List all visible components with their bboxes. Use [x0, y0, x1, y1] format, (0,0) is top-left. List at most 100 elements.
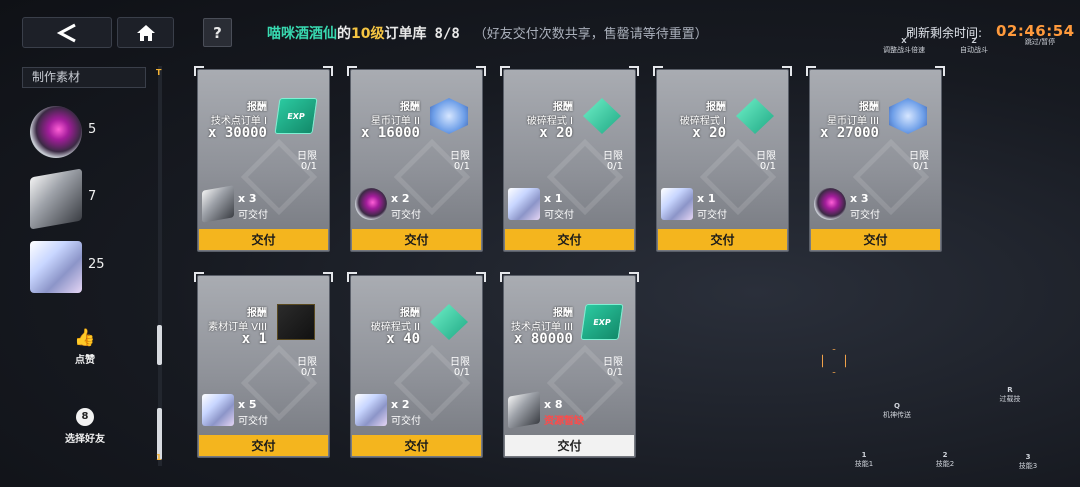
- required-quantity: x 5: [238, 398, 257, 411]
- daily-limit-count: 0/1: [453, 161, 470, 172]
- daily-limit-count: 0/1: [912, 161, 929, 172]
- material-item[interactable]: 7: [30, 168, 140, 230]
- crack-program-icon: [736, 98, 774, 134]
- delivery-status: 可交付: [850, 210, 880, 221]
- of-text: 的: [337, 26, 351, 42]
- exp-icon: EXP: [580, 304, 624, 340]
- delivery-status: 可交付: [697, 210, 727, 221]
- cube-material-icon: [661, 188, 693, 220]
- reward-label: 报酬: [400, 102, 420, 113]
- hint-skill-1: 1 技能1: [854, 451, 874, 468]
- chip-material-icon: [508, 391, 540, 429]
- daily-limit-label: 日限: [756, 151, 776, 162]
- required-quantity: x 2: [391, 192, 410, 205]
- cube-material-icon: [30, 241, 82, 293]
- cube-material-icon: [202, 394, 234, 426]
- deliver-button[interactable]: 交付: [658, 229, 787, 250]
- daily-limit-count: 0/1: [606, 161, 623, 172]
- scroll-top-marker: T: [156, 68, 162, 77]
- daily-limit-label: 日限: [450, 357, 470, 368]
- share-note: （好友交付次数共享，售罄请等待重置）: [473, 27, 708, 42]
- delivery-status: 可交付: [391, 210, 421, 221]
- reticle-icon: [822, 349, 846, 373]
- material-count: 7: [88, 189, 97, 204]
- order-card: 报酬 破碎程式 I x 20 日限 0/1 x 1 可交付 交付: [653, 66, 792, 252]
- deliver-button[interactable]: 交付: [199, 229, 328, 250]
- material-box-icon: [277, 304, 315, 340]
- shop-name: 喵咪酒酒仙: [267, 26, 337, 42]
- orb-material-icon: [814, 188, 846, 220]
- back-button[interactable]: [22, 17, 112, 48]
- daily-limit-count: 0/1: [300, 161, 317, 172]
- delivery-status: 可交付: [238, 416, 268, 427]
- thumbs-up-icon: 👍: [74, 328, 96, 348]
- like-button[interactable]: 👍 点赞: [50, 328, 120, 366]
- order-card: 报酬 技术点订单 III x 80000 EXP 日限 0/1 x 8 资源暂缺…: [500, 272, 639, 458]
- home-button[interactable]: [117, 17, 174, 48]
- material-count: 25: [88, 257, 105, 272]
- order-count: 8/8: [434, 26, 460, 42]
- daily-limit-count: 0/1: [759, 161, 776, 172]
- reward-amount: x 16000: [360, 125, 420, 141]
- scroll-thumb[interactable]: [157, 325, 162, 365]
- daily-limit-label: 日限: [909, 151, 929, 162]
- crack-program-icon: [583, 98, 621, 134]
- cube-material-icon: [508, 188, 540, 220]
- reward-label: 报酬: [247, 308, 267, 319]
- material-item[interactable]: 5: [30, 106, 140, 158]
- required-quantity: x 1: [697, 192, 716, 205]
- deliver-button[interactable]: 交付: [352, 229, 481, 250]
- hint-overload: R 过载技: [999, 386, 1021, 403]
- exp-icon: EXP: [274, 98, 318, 134]
- daily-limit-label: 日限: [297, 357, 317, 368]
- reward-label: 报酬: [706, 102, 726, 113]
- delivery-status: 资源暂缺: [544, 416, 584, 427]
- order-card: 报酬 破碎程式 II x 40 日限 0/1 x 2 可交付 交付: [347, 272, 486, 458]
- deliver-button[interactable]: 交付: [505, 435, 634, 456]
- reward-amount: x 30000: [207, 125, 267, 141]
- sidebar-scrollbar[interactable]: [158, 66, 162, 466]
- home-icon: [136, 24, 155, 41]
- order-card: 报酬 破碎程式 I x 20 日限 0/1 x 1 可交付 交付: [500, 66, 639, 252]
- reward-label: 报酬: [247, 102, 267, 113]
- order-card: 报酬 星币订单 III x 27000 日限 0/1 x 3 可交付 交付: [806, 66, 945, 252]
- hint-skill-3: 3 技能3: [1018, 453, 1038, 470]
- required-quantity: x 3: [850, 192, 869, 205]
- orb-material-icon: [30, 106, 82, 158]
- select-friend-button[interactable]: 8 选择好友: [50, 408, 120, 445]
- reward-amount: x 20: [692, 125, 726, 141]
- page-title: 喵咪酒酒仙的10级订单库 8/8 （好友交付次数共享，售罄请等待重置）: [267, 23, 708, 43]
- deliver-button[interactable]: 交付: [352, 435, 481, 456]
- daily-limit-label: 日限: [603, 357, 623, 368]
- chip-material-icon: [30, 168, 82, 230]
- delivery-status: 可交付: [544, 210, 574, 221]
- daily-limit-label: 日限: [603, 151, 623, 162]
- help-button[interactable]: ?: [203, 18, 232, 47]
- required-quantity: x 3: [238, 192, 257, 205]
- hint-skill-2: 2 技能2: [935, 451, 955, 468]
- chip-material-icon: [202, 185, 234, 223]
- deliver-button[interactable]: 交付: [505, 229, 634, 250]
- reward-label: 报酬: [553, 308, 573, 319]
- material-item[interactable]: 25: [30, 241, 140, 293]
- required-quantity: x 2: [391, 398, 410, 411]
- star-coin-icon: [889, 98, 927, 134]
- hint-auto-battle: Z 自动战斗: [960, 37, 988, 54]
- daily-limit-count: 0/1: [300, 367, 317, 378]
- orb-material-icon: [355, 188, 387, 220]
- reward-amount: x 27000: [819, 125, 879, 141]
- cube-material-icon: [355, 394, 387, 426]
- order-card: 报酬 星币订单 II x 16000 日限 0/1 x 2 可交付 交付: [347, 66, 486, 252]
- materials-header: 制作素材: [22, 67, 146, 88]
- required-quantity: x 1: [544, 192, 563, 205]
- hint-teleport: Q 机神传送: [883, 402, 911, 419]
- daily-limit-count: 0/1: [453, 367, 470, 378]
- delivery-status: 可交付: [238, 210, 268, 221]
- star-coin-icon: [430, 98, 468, 134]
- order-card: 报酬 技术点订单 I x 30000 EXP 日限 0/1 x 3 可交付 交付: [194, 66, 333, 252]
- reward-amount: x 40: [386, 331, 420, 347]
- reward-label: 报酬: [400, 308, 420, 319]
- deliver-button[interactable]: 交付: [811, 229, 940, 250]
- deliver-button[interactable]: 交付: [199, 435, 328, 456]
- shop-level: 10级: [351, 26, 385, 42]
